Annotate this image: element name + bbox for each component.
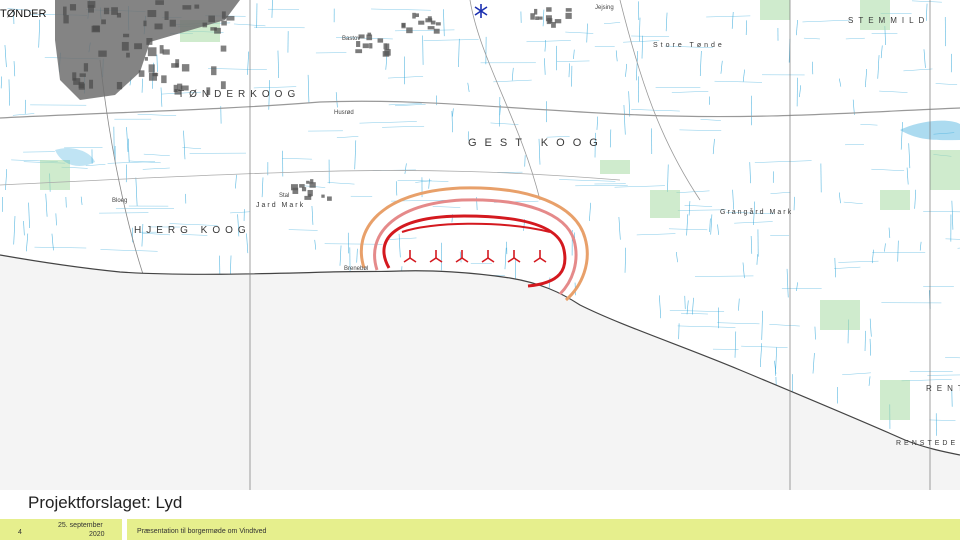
wind-turbine-icon [455,250,469,263]
area-label-gest-koog: GEST KOOG [468,137,606,149]
asterisk-marker-icon [474,4,488,18]
area-label-hjerg-koog: HJERG KOOG [134,225,251,236]
slide-title: Projektforslaget: Lyd [24,493,187,513]
date-line-2: 2020 [89,531,105,538]
place-label-jard-mark: Jard Mark [256,202,306,209]
date-line-1: 25. september [58,522,103,529]
wind-turbine-icon [507,250,521,263]
place-label-rent: RENT [926,384,960,393]
place-label-bloeg: Bloeg [112,198,128,204]
area-label-tonderkoog: TØNDERKOOG [178,89,301,100]
footer-divider [122,519,127,540]
map-area: TØNDER TØNDERKOOG GEST KOOG HJERG KOOG J… [0,0,960,490]
page-number: 4 [18,529,22,536]
place-label-grangard-mark: Grangård Mark [720,209,794,216]
wind-turbine-icon [403,250,417,263]
place-label-husrod: Husrød [334,110,354,116]
wind-turbine-icon [533,250,547,263]
turbine-group [401,222,551,263]
place-label-stal: Stal [279,193,290,199]
wind-turbine-icon [429,250,443,263]
topographic-map [0,0,960,490]
place-label-store-tonde: Store Tønde [653,42,725,49]
footer-title: Præsentation til borgermøde om Vindtved [137,528,267,535]
wind-turbine-icon [481,250,495,263]
place-label-jejsing: Jejsing [595,5,614,11]
slide-footer: 4 25. september 2020 Præsentation til bo… [0,519,960,540]
place-label-bastov: Bastov [342,36,361,42]
place-label-stemmild: STEMMILD [848,16,930,25]
place-label-brenebol: Brenebøl [344,266,369,272]
town-label-tonder: TØNDER [0,8,47,20]
sea-area [0,255,960,490]
place-label-renstede: RENSTEDE [896,440,959,447]
town-area [55,0,572,201]
